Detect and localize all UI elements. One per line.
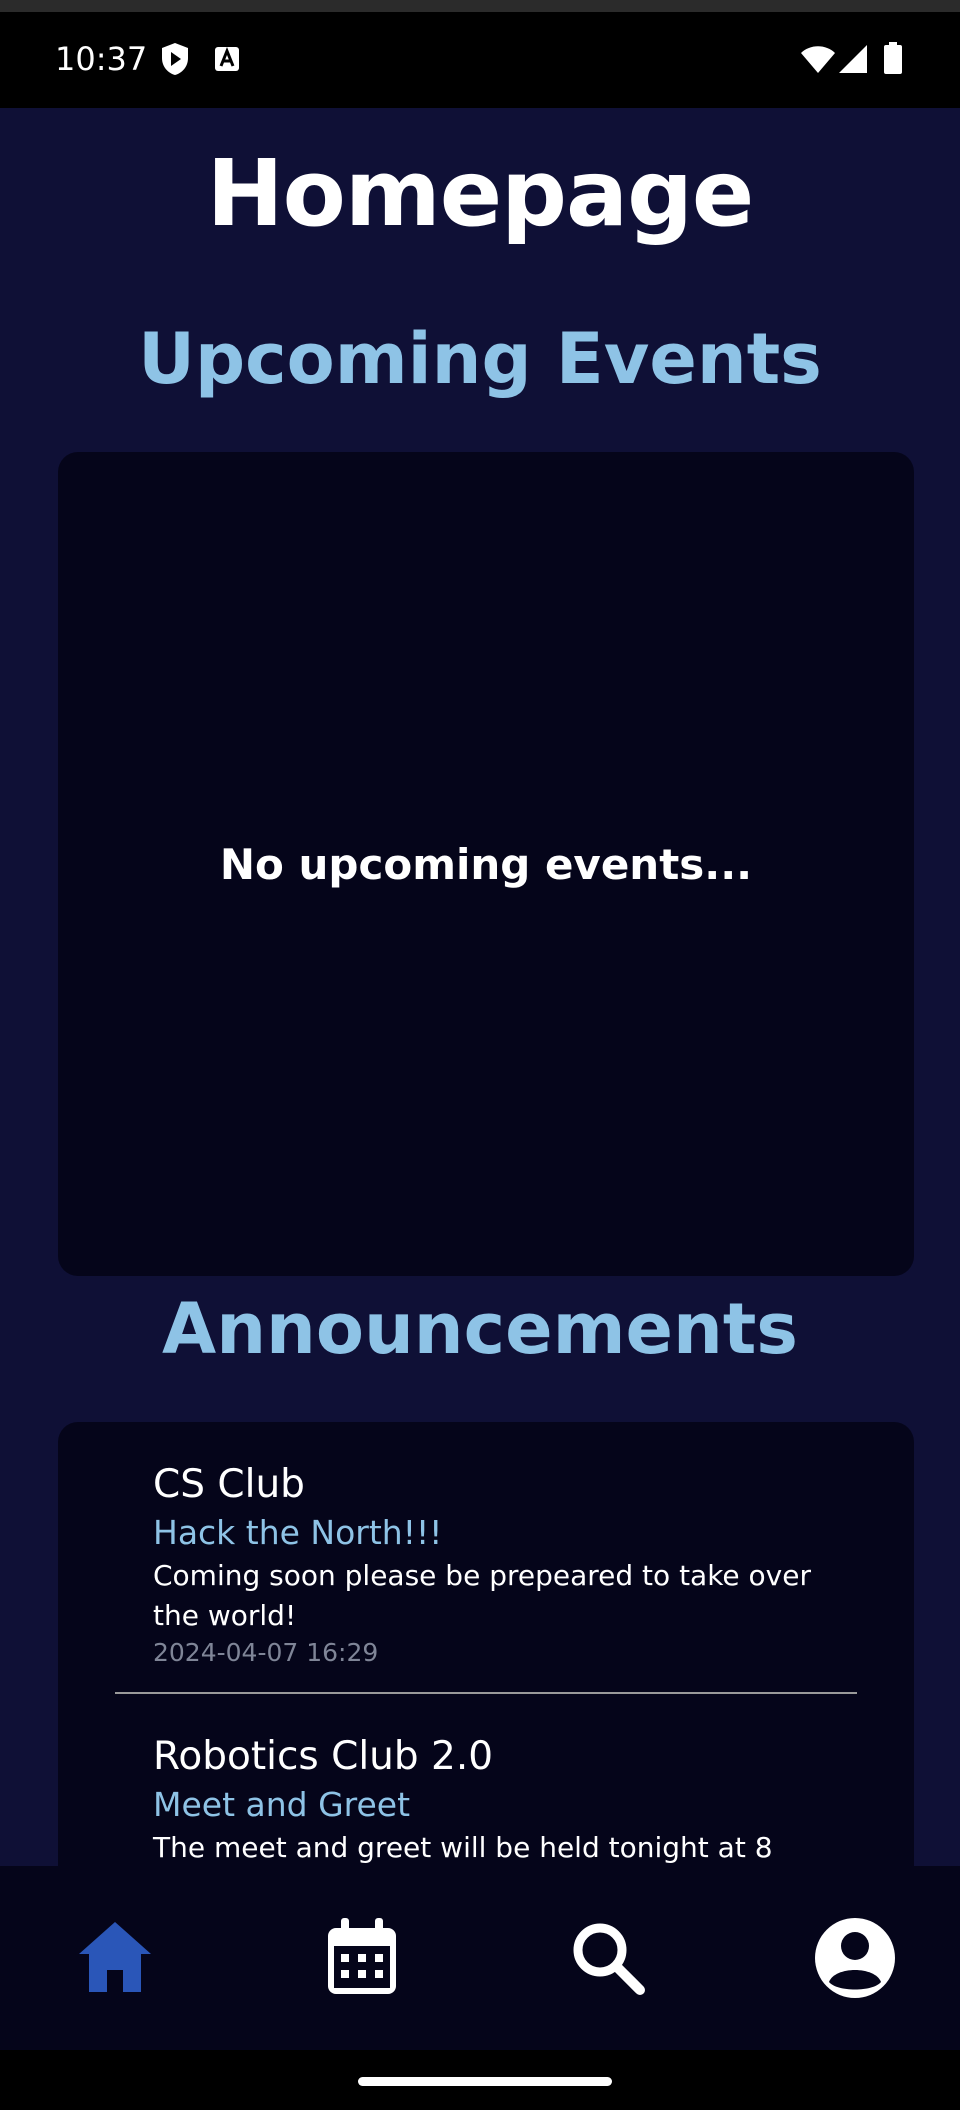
battery-icon (884, 42, 902, 78)
top-edge (0, 0, 960, 12)
announcement-divider (115, 1692, 857, 1694)
status-time: 10:37 (55, 40, 148, 78)
system-navigation-bar (0, 2050, 960, 2110)
signal-icon (838, 44, 868, 78)
nav-calendar-button[interactable] (312, 1908, 412, 2008)
announcement-item[interactable]: Robotics Club 2.0 Meet and Greet The mee… (153, 1734, 853, 1866)
profile-icon (815, 1918, 895, 1998)
announcement-title: Hack the North!!! (153, 1513, 443, 1552)
announcement-item[interactable]: CS Club Hack the North!!! Coming soon pl… (153, 1462, 853, 1667)
wifi-icon (800, 44, 836, 78)
home-icon (79, 1922, 151, 1992)
shield-play-icon (160, 42, 190, 80)
announcement-title: Meet and Greet (153, 1785, 411, 1824)
upcoming-events-heading: Upcoming Events (138, 318, 822, 400)
announcement-body: Coming soon please be prepeared to take … (153, 1559, 811, 1632)
announcement-body: The meet and greet will be held tonight … (153, 1831, 773, 1864)
announcement-club: Robotics Club 2.0 (153, 1734, 494, 1779)
upcoming-events-card: No upcoming events... (58, 452, 914, 1276)
announcements-list[interactable]: CS Club Hack the North!!! Coming soon pl… (58, 1422, 914, 1866)
announcements-heading: Announcements (162, 1288, 798, 1370)
a-box-icon (214, 46, 240, 76)
no-events-message: No upcoming events... (219, 839, 753, 889)
status-bar: 10:37 (0, 12, 960, 108)
nav-profile-button[interactable] (805, 1908, 905, 2008)
page-title: Homepage (206, 140, 755, 247)
home-indicator[interactable] (358, 2077, 612, 2086)
nav-home-button[interactable] (65, 1908, 165, 2008)
bottom-navigation (0, 1866, 960, 2050)
calendar-icon (328, 1918, 396, 1994)
announcement-club: CS Club (153, 1462, 305, 1507)
search-icon (573, 1923, 645, 1995)
nav-search-button[interactable] (558, 1908, 658, 2008)
announcement-date: 2024-04-07 16:29 (153, 1638, 379, 1667)
